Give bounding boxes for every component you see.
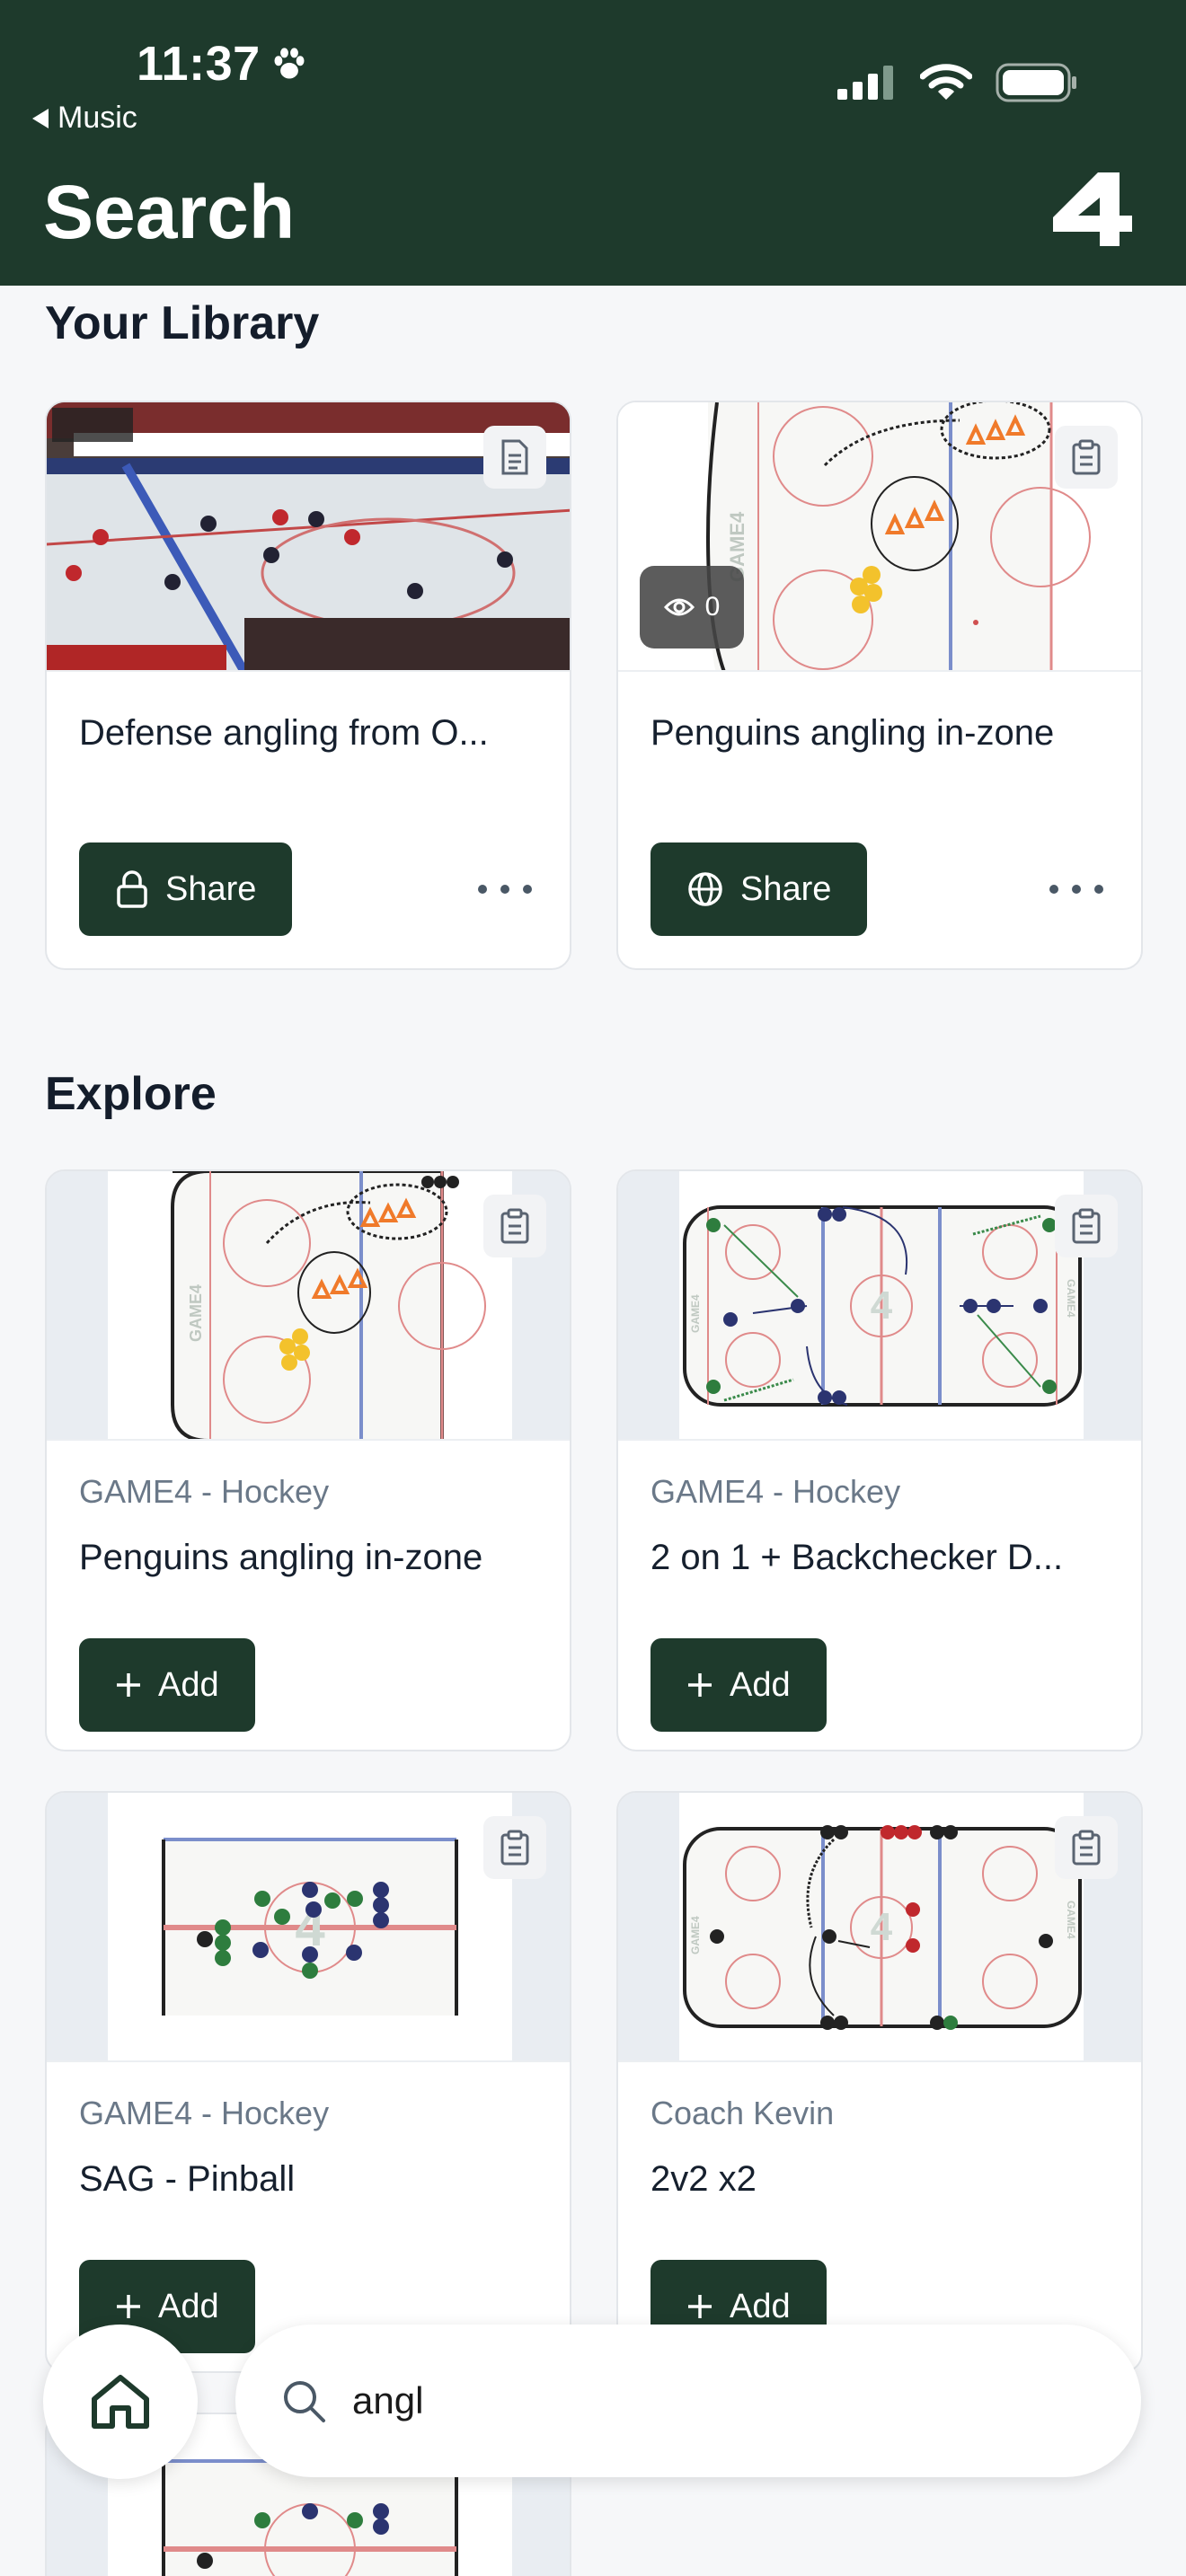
card-author: Coach Kevin — [651, 2095, 835, 2131]
plus-icon — [688, 1673, 712, 1697]
explore-section-title: Explore — [45, 1068, 217, 1120]
drill-thumbnail[interactable]: 4 GAME4 GAME4 — [618, 1793, 1141, 2062]
svg-text:GAME4: GAME4 — [1065, 1279, 1077, 1318]
share-button[interactable]: Share — [79, 842, 293, 936]
card-title[interactable]: 2 on 1 + Backchecker D... — [651, 1538, 1118, 1578]
library-card[interactable]: Defense angling from O... Share — [45, 401, 571, 970]
video-thumbnail[interactable] — [47, 402, 570, 672]
back-app-label: Music — [58, 101, 137, 135]
document-icon[interactable] — [483, 426, 546, 489]
card-title[interactable]: 2v2 x2 — [651, 2159, 1118, 2200]
svg-text:GAME4: GAME4 — [187, 1284, 205, 1342]
explore-card[interactable]: 4 GAME4 - Hockey SAG - Pinball Add — [45, 1791, 571, 2373]
home-icon — [92, 2375, 149, 2429]
share-label: Share — [740, 869, 832, 908]
add-label: Add — [158, 2287, 219, 2325]
explore-card[interactable]: 4 GAME4 GAME4 — [616, 1169, 1143, 1751]
add-label: Add — [730, 1665, 791, 1704]
app-header: 11:37 Music Search — [0, 0, 1186, 286]
more-options-button[interactable] — [1049, 871, 1103, 907]
more-options-button[interactable] — [478, 871, 532, 907]
views-count: 0 — [704, 592, 721, 622]
clipboard-icon[interactable] — [483, 1195, 546, 1257]
library-section-title: Your Library — [45, 297, 320, 349]
status-indicators — [837, 63, 1078, 102]
paw-icon — [274, 48, 305, 79]
card-title[interactable]: Penguins angling in-zone — [79, 1538, 546, 1578]
share-button[interactable]: Share — [651, 842, 868, 936]
card-title[interactable]: Defense angling from O... — [79, 713, 546, 754]
lock-icon — [117, 870, 147, 908]
back-arrow-icon — [32, 108, 49, 128]
drill-thumbnail[interactable]: GAME4 — [47, 1171, 570, 1441]
views-badge: 0 — [640, 566, 744, 648]
svg-text:GAME4: GAME4 — [689, 1294, 702, 1333]
drill-thumbnail[interactable]: GAME4 0 — [618, 402, 1141, 672]
search-query[interactable]: angl — [352, 2379, 423, 2422]
plus-icon — [688, 2295, 712, 2318]
globe-icon — [688, 872, 722, 906]
card-author: GAME4 - Hockey — [651, 1473, 901, 1510]
clipboard-icon[interactable] — [1055, 1195, 1118, 1257]
add-button[interactable]: Add — [651, 1638, 827, 1732]
status-time: 11:37 — [137, 36, 309, 92]
clipboard-icon[interactable] — [1055, 1816, 1118, 1879]
card-title[interactable]: Penguins angling in-zone — [651, 713, 1118, 754]
explore-card[interactable]: 4 GAME4 GAME4 — [616, 1791, 1143, 2373]
search-input[interactable]: angl — [235, 2325, 1141, 2477]
clipboard-icon[interactable] — [1055, 426, 1118, 489]
search-results[interactable]: Your Library Defense angling from O... S… — [0, 286, 1186, 2576]
drill-thumbnail[interactable]: 4 GAME4 GAME4 — [618, 1171, 1141, 1441]
page-title: Search — [43, 170, 296, 254]
time-label: 11:37 — [137, 37, 261, 91]
card-author: GAME4 - Hockey — [79, 1473, 330, 1510]
home-button[interactable] — [43, 2325, 198, 2479]
clipboard-icon[interactable] — [483, 1816, 546, 1879]
svg-text:GAME4: GAME4 — [689, 1916, 702, 1954]
wifi-icon — [920, 64, 972, 100]
card-title[interactable]: SAG - Pinball — [79, 2159, 546, 2200]
plus-icon — [117, 1673, 140, 1697]
svg-text:4: 4 — [871, 1284, 893, 1328]
add-label: Add — [730, 2287, 791, 2325]
game4-logo[interactable] — [1046, 169, 1136, 250]
svg-text:GAME4: GAME4 — [1065, 1901, 1077, 1939]
back-to-app-link[interactable]: Music — [32, 101, 137, 136]
share-label: Share — [165, 869, 257, 908]
eye-icon — [663, 598, 695, 616]
library-card[interactable]: GAME4 0 Penguins angling in-zone Share — [616, 401, 1143, 970]
plus-icon — [117, 2295, 140, 2318]
svg-text:4: 4 — [871, 1905, 893, 1949]
card-author: GAME4 - Hockey — [79, 2095, 330, 2131]
drill-thumbnail[interactable]: 4 — [47, 1793, 570, 2062]
explore-card[interactable]: GAME4 GAME4 - Hockey Penguins angling in… — [45, 1169, 571, 1751]
add-label: Add — [158, 1665, 219, 1704]
signal-icon — [837, 66, 893, 100]
add-button[interactable]: Add — [79, 1638, 255, 1732]
battery-icon — [996, 63, 1076, 102]
search-icon — [284, 2381, 325, 2422]
